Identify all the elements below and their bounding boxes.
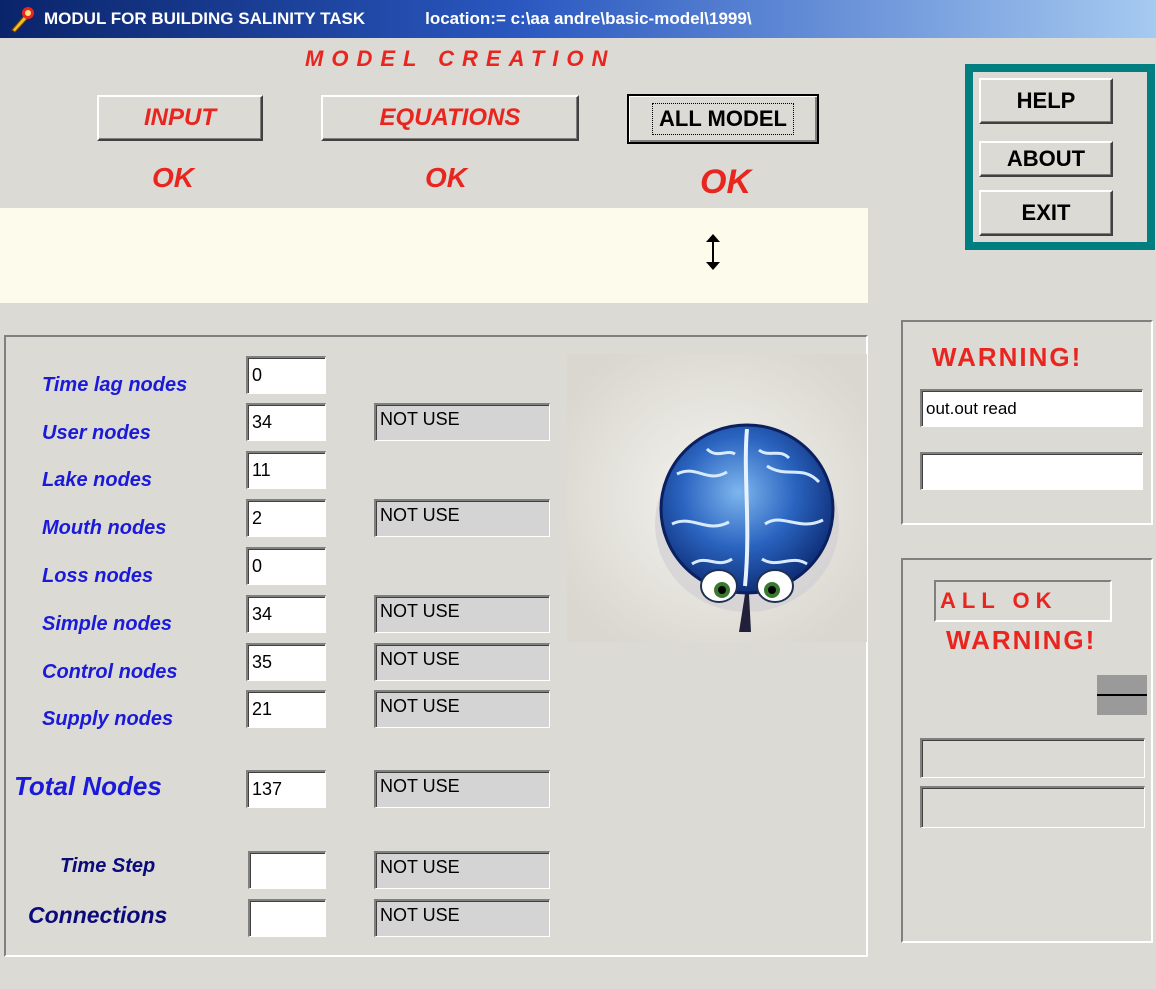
control-nodes-input[interactable]: [246, 643, 326, 681]
window-title: MODUL FOR BUILDING SALINITY TASK: [44, 9, 366, 28]
node-label-simple: Simple nodes: [42, 613, 173, 635]
status-field-2[interactable]: [920, 786, 1145, 828]
location-path: location:= c:\aa andre\basic-model\1999\: [425, 9, 752, 28]
time-step-label: Time Step: [60, 855, 156, 877]
brain-mascot-image: [567, 354, 867, 642]
input-button-label: INPUT: [144, 104, 216, 131]
all-ok-label: ALL OK: [940, 588, 1058, 613]
user-nodes-input[interactable]: [246, 403, 326, 441]
time-step-input[interactable]: [248, 851, 326, 889]
time-step-status: NOT USE: [374, 851, 550, 889]
all-model-button-label: ALL MODEL: [652, 103, 794, 135]
supply-nodes-input[interactable]: [246, 690, 326, 728]
input-button[interactable]: INPUT: [97, 95, 263, 141]
node-label-lake: Lake nodes: [42, 469, 153, 491]
input-status: OK: [152, 162, 194, 193]
message-area: [0, 208, 868, 303]
equations-status: OK: [425, 162, 467, 193]
all-ok-box: ALL OK: [934, 580, 1112, 622]
brain-picture: [567, 354, 867, 642]
node-label-control: Control nodes: [42, 661, 178, 683]
all-model-button[interactable]: ALL MODEL: [627, 94, 819, 144]
time-lag-nodes-input[interactable]: [246, 356, 326, 394]
total-nodes-input[interactable]: [246, 770, 326, 808]
status-indicator: [1097, 675, 1147, 715]
status-warning-title: WARNING!: [946, 625, 1097, 655]
lake-nodes-input[interactable]: [246, 451, 326, 489]
node-label-mouth: Mouth nodes: [42, 517, 167, 539]
equations-button[interactable]: EQUATIONS: [321, 95, 579, 141]
status-field-1[interactable]: [920, 738, 1145, 778]
supply-nodes-status: NOT USE: [374, 690, 550, 728]
connections-status: NOT USE: [374, 899, 550, 937]
app-icon: [11, 7, 34, 33]
mouth-nodes-input[interactable]: [246, 499, 326, 537]
node-label-supply: Supply nodes: [42, 708, 174, 730]
about-button-label: ABOUT: [1006, 146, 1086, 171]
loss-nodes-input[interactable]: [246, 547, 326, 585]
warning-message-field-2[interactable]: [920, 452, 1143, 490]
exit-button-label: EXIT: [1021, 200, 1071, 225]
resize-cursor-icon: [706, 234, 720, 270]
simple-nodes-input[interactable]: [246, 595, 326, 633]
connections-label: Connections: [28, 902, 168, 928]
total-nodes-status: NOT USE: [374, 770, 550, 808]
exit-button[interactable]: EXIT: [979, 190, 1113, 236]
about-button[interactable]: ABOUT: [979, 141, 1113, 177]
title-bar: MODUL FOR BUILDING SALINITY TASK locatio…: [0, 0, 1156, 38]
warning-title: WARNING!: [932, 342, 1083, 372]
model-creation-heading: MODEL CREATION: [305, 46, 616, 71]
node-label-user: User nodes: [42, 422, 151, 444]
help-button[interactable]: HELP: [979, 78, 1113, 124]
mouth-nodes-status: NOT USE: [374, 499, 550, 537]
node-label-loss: Loss nodes: [42, 565, 154, 587]
warning-message-field[interactable]: [920, 389, 1143, 427]
control-nodes-status: NOT USE: [374, 643, 550, 681]
all-model-status: OK: [700, 163, 751, 201]
total-nodes-label: Total Nodes: [14, 771, 162, 801]
equations-button-label: EQUATIONS: [379, 104, 521, 131]
help-button-label: HELP: [1016, 88, 1076, 113]
node-label-time-lag: Time lag nodes: [42, 374, 188, 396]
simple-nodes-status: NOT USE: [374, 595, 550, 633]
user-nodes-status: NOT USE: [374, 403, 550, 441]
connections-input[interactable]: [248, 899, 326, 937]
indicator-line: [1097, 694, 1147, 696]
